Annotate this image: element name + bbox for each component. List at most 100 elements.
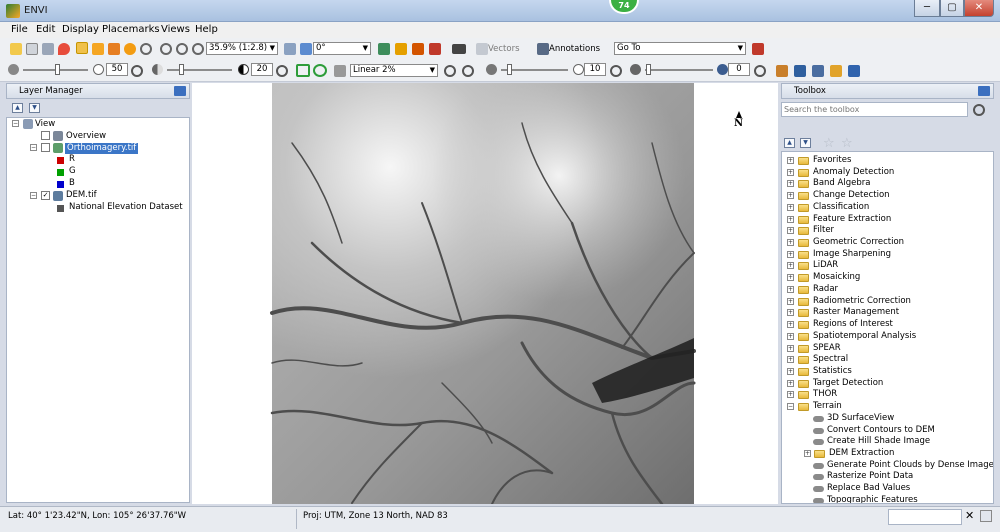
tree-expander[interactable]: +	[787, 227, 794, 235]
zoom-icon[interactable]	[140, 43, 152, 55]
tree-expander[interactable]: +	[787, 344, 794, 352]
rotate-icon[interactable]	[124, 43, 136, 55]
swipe-icon[interactable]	[830, 65, 842, 77]
blend-icon[interactable]	[848, 65, 860, 77]
collapse-all-button[interactable]: ▲	[12, 103, 23, 113]
toolbox-folder[interactable]: Favorites	[813, 155, 851, 166]
toolbox-folder[interactable]: Classification	[813, 202, 869, 213]
toolbox-folder[interactable]: Spectral	[813, 354, 848, 365]
tree-expander[interactable]: +	[787, 250, 794, 258]
toolbox-folder[interactable]: Regions of Interest	[813, 319, 893, 330]
open-folder-icon[interactable]	[10, 43, 22, 55]
layer-dem[interactable]: DEM.tif	[66, 190, 97, 201]
toolbox-tool[interactable]: Create Hill Shade Image	[827, 436, 930, 447]
dem-checkbox[interactable]: ✓	[41, 191, 50, 200]
tree-expander[interactable]: +	[787, 391, 794, 399]
refresh-icon[interactable]	[462, 65, 474, 77]
tree-expander[interactable]: −	[30, 192, 37, 199]
toolbox-folder[interactable]: THOR	[813, 389, 837, 400]
brightness-value[interactable]: 50	[106, 63, 128, 76]
zoom-level-dropdown[interactable]: 35.9% (1:2.8) ▼	[206, 42, 278, 55]
menu-help[interactable]: Help	[195, 24, 218, 35]
zoom-in-icon[interactable]	[160, 43, 172, 55]
collapse-all-button[interactable]: ▲	[784, 138, 795, 148]
minimize-button[interactable]: ─	[914, 0, 940, 17]
tree-expander[interactable]: +	[787, 332, 794, 340]
tree-expander[interactable]: +	[787, 356, 794, 364]
reset-icon[interactable]	[444, 65, 456, 77]
toolbox-folder[interactable]: Radiometric Correction	[813, 296, 911, 307]
reset-icon[interactable]	[754, 65, 766, 77]
tree-expander[interactable]: +	[787, 321, 794, 329]
fixed-zoom-icon[interactable]	[192, 43, 204, 55]
tree-expander[interactable]: +	[787, 157, 794, 164]
resize-grip-icon[interactable]	[980, 510, 992, 522]
tree-expander[interactable]: +	[804, 450, 811, 457]
remove-favorite-icon[interactable]: ☆	[841, 136, 853, 151]
menu-edit[interactable]: Edit	[36, 24, 55, 35]
dem-image[interactable]	[192, 83, 778, 504]
tree-expander[interactable]: +	[787, 285, 794, 293]
goto-field[interactable]: Go To ▼	[614, 42, 746, 55]
slider-thumb[interactable]	[55, 64, 60, 75]
tree-expander[interactable]: +	[787, 309, 794, 317]
menu-display[interactable]: Display	[62, 24, 99, 35]
toolbox-folder[interactable]: Anomaly Detection	[813, 167, 894, 178]
band-elevation[interactable]: National Elevation Dataset	[69, 202, 183, 213]
zoom-out-icon[interactable]	[176, 43, 188, 55]
sharpen-value[interactable]: 10	[584, 63, 606, 76]
select-cursor-icon[interactable]	[76, 42, 88, 54]
tree-expander[interactable]: −	[30, 144, 37, 151]
stretch-dropdown[interactable]: Linear 2% ▼	[350, 64, 438, 77]
band-r[interactable]: R	[69, 154, 75, 165]
toolbox-folder[interactable]: Feature Extraction	[813, 214, 891, 225]
pixel-locator-icon[interactable]	[429, 43, 441, 55]
toolbox-folder[interactable]: Image Sharpening	[813, 249, 891, 260]
toolbox-folder[interactable]: Geometric Correction	[813, 237, 904, 248]
layer-orthoimagery[interactable]: Orthoimagery.tif	[65, 143, 139, 154]
tree-expander[interactable]: +	[787, 297, 794, 305]
band-b[interactable]: B	[69, 178, 75, 189]
rotate-right-icon[interactable]	[300, 43, 312, 55]
tree-expander[interactable]: +	[787, 274, 794, 282]
toolbox-folder[interactable]: Band Algebra	[813, 178, 870, 189]
toolbox-folder[interactable]: Change Detection	[813, 190, 890, 201]
slider-thumb[interactable]	[179, 64, 184, 75]
data-manager-icon[interactable]	[26, 43, 38, 55]
menu-file[interactable]: File	[11, 24, 28, 35]
pin-icon[interactable]	[174, 86, 186, 96]
toolbox-folder[interactable]: DEM Extraction	[829, 448, 894, 459]
overview-checkbox[interactable]	[41, 131, 50, 140]
sharpen-slider[interactable]	[501, 64, 568, 75]
rotation-dropdown[interactable]: 0° ▼	[313, 42, 371, 55]
tree-expander[interactable]: +	[787, 203, 794, 211]
toolbox-folder[interactable]: Terrain	[813, 401, 842, 412]
cursor-value-icon[interactable]	[378, 43, 390, 55]
toolbox-tool[interactable]: Rasterize Point Data	[827, 471, 913, 482]
layer-view[interactable]: View	[35, 119, 55, 130]
toolbox-folder[interactable]: Filter	[813, 225, 834, 236]
measure-icon[interactable]	[452, 44, 466, 54]
portal-icon[interactable]	[794, 65, 806, 77]
toolbox-tool[interactable]: Replace Bad Values	[827, 483, 910, 494]
fly-icon[interactable]	[108, 43, 120, 55]
toolbox-tool[interactable]: Convert Contours to DEM	[827, 425, 935, 436]
stretch-type-icon[interactable]	[334, 65, 346, 77]
toolbox-tool[interactable]: 3D SurfaceView	[827, 413, 894, 424]
ortho-checkbox[interactable]	[41, 143, 50, 152]
maximize-button[interactable]: ▢	[940, 0, 964, 17]
contrast-slider[interactable]	[167, 64, 232, 75]
tree-expander[interactable]: +	[787, 180, 794, 188]
cancel-process-icon[interactable]: ✕	[965, 509, 974, 522]
pan-hand-icon[interactable]	[92, 43, 104, 55]
toolbox-search-input[interactable]	[781, 102, 968, 117]
chip-view-icon[interactable]	[776, 65, 788, 77]
brightness-slider[interactable]	[23, 64, 88, 75]
transparency-slider[interactable]	[645, 64, 713, 75]
slider-thumb[interactable]	[646, 64, 651, 75]
stretch-full-icon[interactable]	[296, 64, 310, 77]
expand-all-button[interactable]: ▼	[29, 103, 40, 113]
reset-icon[interactable]	[276, 65, 288, 77]
reset-icon[interactable]	[131, 65, 143, 77]
tree-expander[interactable]: −	[12, 120, 19, 127]
